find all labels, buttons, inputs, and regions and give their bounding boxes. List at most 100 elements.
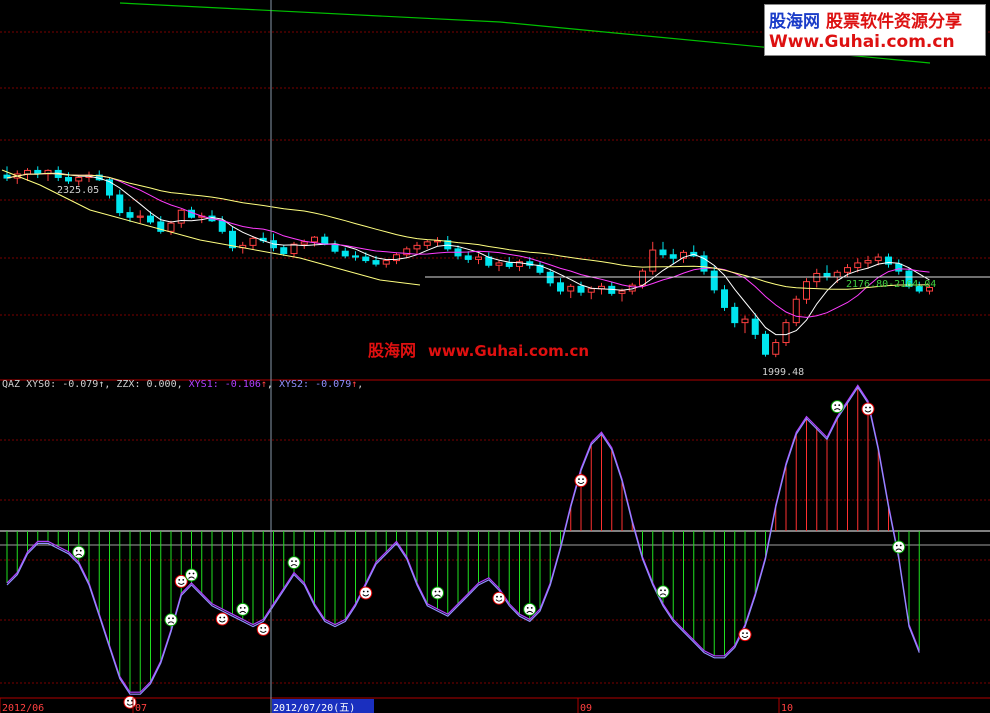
axis-label: 09 [580,703,592,713]
sad-face-icon [656,585,670,599]
candle-body [423,241,431,246]
face-circle [287,556,301,570]
chart-watermark: 股海网 www.Guhai.com.cn [368,337,589,361]
candle-body [126,212,134,218]
face-circle [164,613,178,627]
candle-body [147,215,154,223]
candle-body [741,318,749,324]
candle-body [475,256,482,260]
date-axis: 2012/06 07 2012/07/20(五) 09 10 [0,698,793,713]
candle-body [772,342,780,355]
face-eye [582,478,584,480]
ma30-line [6,172,930,290]
candle-body [136,215,144,218]
face-eye [223,616,226,619]
high-price-label: 2325.05 [57,185,99,196]
candle-body [311,236,318,243]
face-eye [899,544,902,547]
face-circle [861,402,875,416]
sad-face-icon [523,602,537,616]
face-eye [219,616,222,619]
candle-body [649,249,657,272]
ma10-line [6,172,930,318]
axis-label: 10 [781,703,793,713]
sad-face-icon [892,540,906,554]
smile-face-icon [574,474,588,488]
face-circle [359,586,373,600]
smile-face-icon [861,402,875,416]
face-circle [431,586,444,600]
candle-body [321,236,329,245]
face-eye [192,572,195,575]
face-circle [656,585,670,599]
candle-body [731,306,739,324]
candle-body [792,298,800,324]
candle-body [362,256,370,262]
face-eye [168,617,170,620]
header-part: , [357,379,363,390]
face-eye [366,590,369,593]
sad-face-icon [72,545,86,559]
candle-body [331,243,339,252]
face-circle [574,474,588,488]
watermark-title: 股海网 股票软件资源分享 [769,7,962,32]
face-eye [746,632,748,634]
face-eye [239,607,242,609]
candle-body [567,285,575,292]
face-eye [79,549,82,552]
candle-body [874,256,882,262]
candle-body [751,318,759,335]
moving-averages [1,169,990,336]
face-eye [260,627,263,629]
candle-body [464,255,472,260]
face-eye [838,404,841,406]
candle-body [577,285,585,293]
candle-body [669,254,677,259]
header-part: QAZ XYS0: -0.079↑, ZZX: 0.000, [2,379,189,390]
low-price-label: 1999.48 [762,367,804,378]
candle-body [413,244,421,250]
candle-body [895,263,903,272]
face-eye [500,595,502,598]
face-circle [523,602,537,616]
face-eye [264,627,267,629]
sad-face-icon [164,613,178,627]
chart-watermark-url: www.Guhai.com.cn [428,342,590,360]
face-circle [72,545,86,559]
face-circle [892,540,906,554]
candle-body [618,290,626,294]
candle-body [639,270,646,286]
candle-body [290,243,298,255]
candle-body [495,262,503,266]
candle-body [557,282,564,292]
face-circle [738,628,752,642]
candle-body [587,288,595,293]
candle-body [372,260,380,265]
candle-body [813,272,821,283]
face-eye [295,560,297,562]
candle-body [546,271,554,284]
watermark-url: Www.Guhai.com.cn [769,32,955,52]
face-eye [172,617,174,620]
candle-body [341,250,349,257]
osc-line-xys2 [6,386,920,695]
candle-body [116,194,124,214]
candle-body [864,260,872,264]
face-circle [185,568,198,582]
watermark-site: 股海网 [769,12,820,32]
candle-body [803,281,810,300]
axis-label: 2012/06 [2,703,44,713]
candle-body [844,267,851,273]
face-eye [526,607,529,609]
candle-body [382,260,390,265]
face-eye [182,579,185,581]
sad-face-icon [830,400,844,414]
sad-face-icon [236,602,250,616]
header-part: XYS2: -0.079 [279,379,351,390]
candle-body [782,322,790,344]
watermark-banner: 股海网 股票软件资源分享 Www.Guhai.com.cn [764,4,986,56]
header-part: , [267,379,279,390]
axis-label: 07 [135,703,147,713]
face-circle [830,400,844,414]
face-eye [188,572,191,575]
